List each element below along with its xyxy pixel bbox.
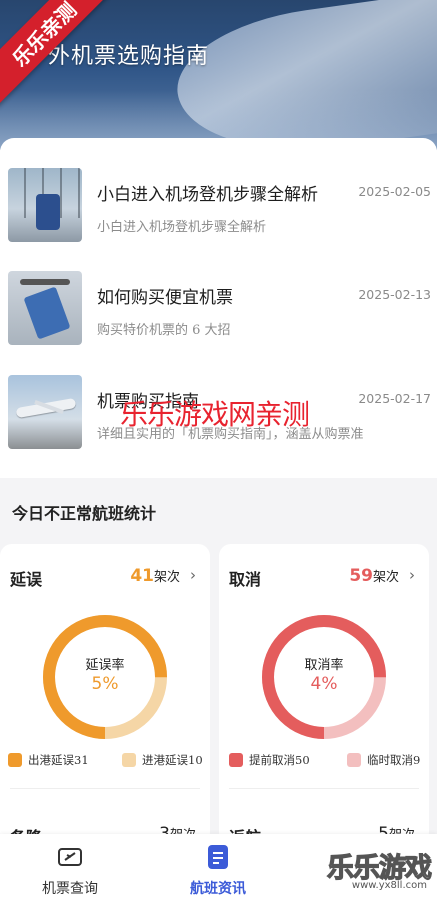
delay-count: 41架次 (130, 566, 180, 586)
article-date: 2025-02-13 (358, 287, 431, 302)
article-date: 2025-02-05 (358, 184, 431, 199)
airplane-runway-image (8, 375, 82, 449)
chevron-right-icon[interactable]: › (190, 566, 196, 584)
article-item[interactable]: 如何购买便宜机票 2025-02-13 购买特价机票的 6 大招 (0, 271, 437, 361)
delay-rate-value: 5% (91, 674, 119, 694)
cancel-count: 59架次 (349, 566, 399, 586)
page-title: 外机票选购指南 (48, 44, 210, 69)
legend-item: 提前取消50 (229, 752, 310, 768)
legend-swatch (229, 753, 243, 767)
watermark-text: 乐乐游戏网亲测 (120, 398, 310, 431)
legend-swatch (8, 753, 22, 767)
legend-item: 进港延误10 (122, 752, 203, 768)
delay-stat-card[interactable]: 延误 41架次 › 延误率 5% 出港延误31 进港延误10 备降 3架次 (0, 544, 210, 847)
tab-label: 机票查询 (42, 881, 98, 897)
tab-label: 航班资讯 (190, 881, 246, 897)
tab-flight-news[interactable]: 航班资讯 (148, 834, 288, 898)
document-icon (208, 845, 228, 869)
cancel-stat-card[interactable]: 取消 59架次 › 取消率 4% 提前取消50 临时取消9 返航 5架次 (219, 544, 429, 847)
article-desc: 购买特价机票的 6 大招 (97, 323, 231, 338)
divider (229, 788, 419, 789)
cancel-rate-value: 4% (310, 674, 338, 694)
airport-luggage-image (8, 168, 82, 242)
cancel-rate-label: 取消率 (304, 658, 344, 673)
article-title: 小白进入机场登机步骤全解析 (97, 185, 318, 205)
stats-section-title: 今日不正常航班统计 (12, 504, 157, 523)
article-item[interactable]: 小白进入机场登机步骤全解析 2025-02-05 小白进入机场登机步骤全解析 (0, 168, 437, 258)
tab-ticket-search[interactable]: 机票查询 (0, 834, 140, 898)
ticket-icon (58, 848, 82, 866)
legend-swatch (122, 753, 136, 767)
article-title: 如何购买便宜机票 (97, 288, 233, 308)
delay-label: 延误 (10, 570, 43, 589)
divider (10, 788, 200, 789)
corner-watermark-logo: 乐乐游戏 www.yx8ll.com (326, 852, 432, 891)
chevron-right-icon[interactable]: › (409, 566, 415, 584)
legend-item: 出港延误31 (8, 752, 89, 768)
ticket-in-hand-image (8, 271, 82, 345)
delay-rate-label: 延误率 (85, 658, 125, 673)
cancel-label: 取消 (229, 570, 262, 589)
legend-swatch (347, 753, 361, 767)
article-date: 2025-02-17 (358, 391, 431, 406)
legend-item: 临时取消9 (347, 752, 420, 768)
article-desc: 小白进入机场登机步骤全解析 (97, 220, 267, 235)
